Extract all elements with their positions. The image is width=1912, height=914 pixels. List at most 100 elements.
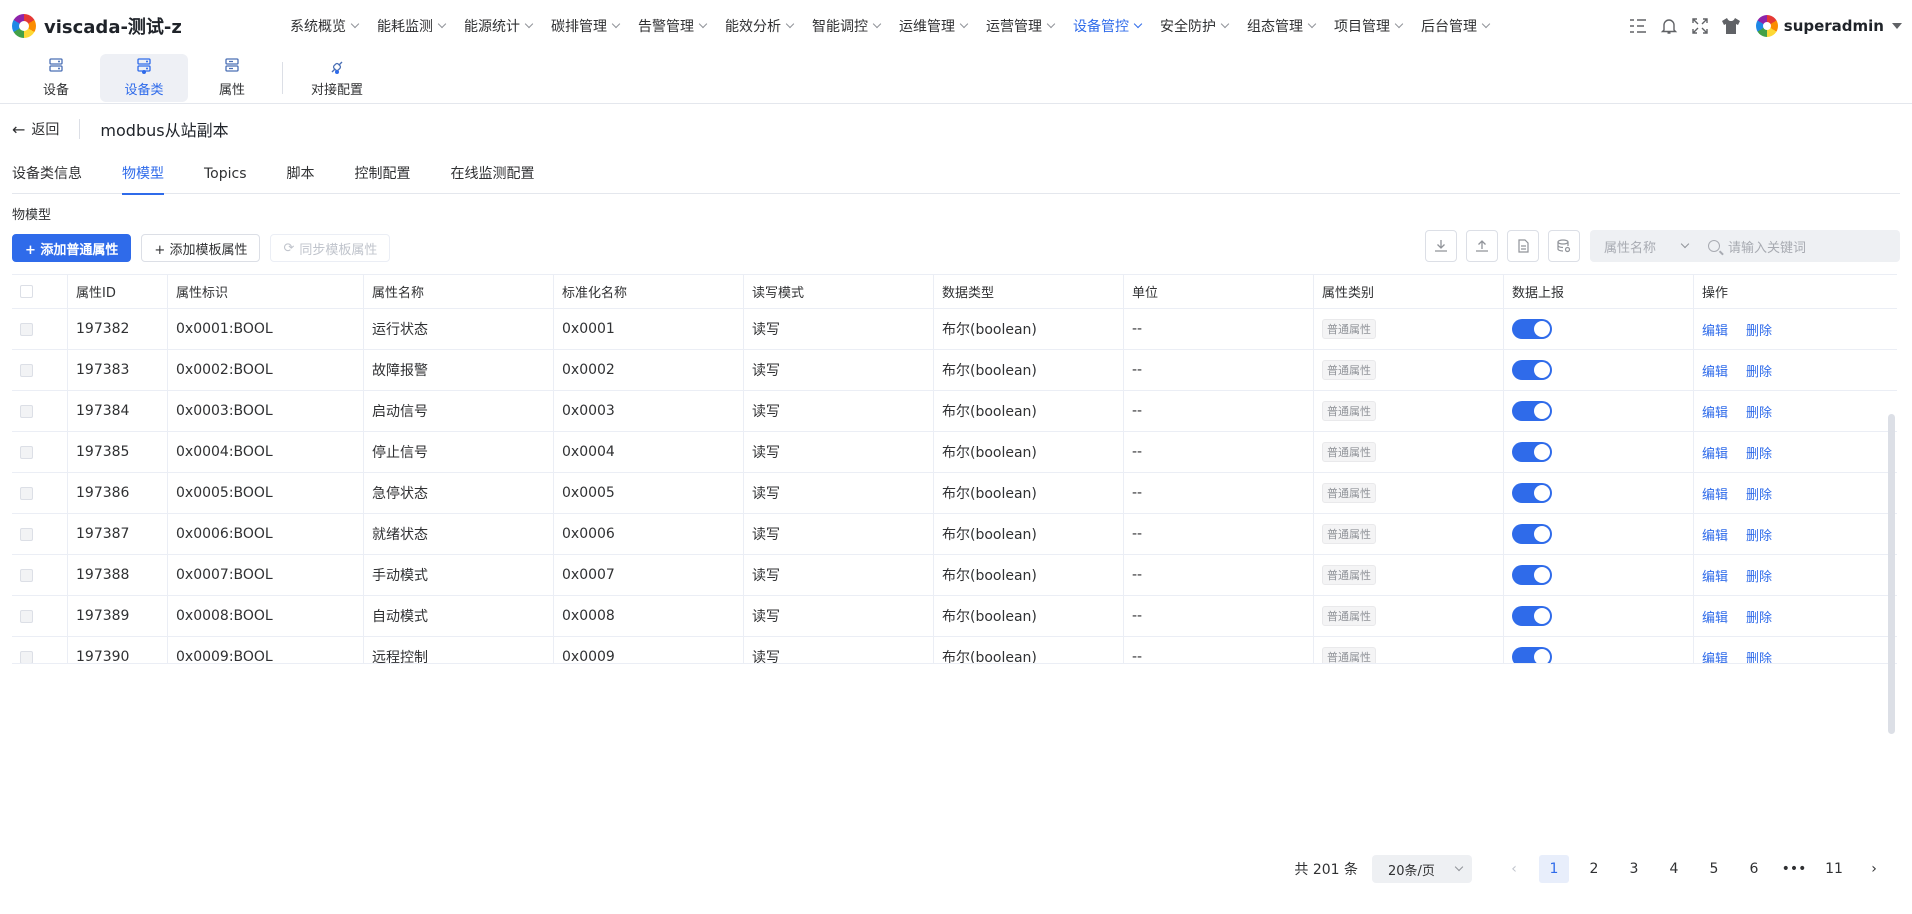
chevron-down-icon xyxy=(1892,23,1902,29)
edit-link[interactable]: 编辑 xyxy=(1702,607,1728,626)
report-toggle[interactable] xyxy=(1512,360,1552,380)
page-button[interactable]: 5 xyxy=(1699,855,1729,883)
delete-link[interactable]: 删除 xyxy=(1746,361,1772,380)
tab[interactable]: 控制配置 xyxy=(355,162,411,194)
report-toggle[interactable] xyxy=(1512,483,1552,503)
toolbar-item[interactable]: 属性 xyxy=(188,54,276,102)
menu-item[interactable]: 运维管理 xyxy=(899,16,969,36)
menu-item[interactable]: 能耗监测 xyxy=(377,16,447,36)
tab[interactable]: 设备类信息 xyxy=(12,162,82,194)
menu-item[interactable]: 能效分析 xyxy=(725,16,795,36)
database-icon[interactable] xyxy=(1548,230,1580,262)
row-checkbox[interactable] xyxy=(20,609,33,623)
row-checkbox[interactable] xyxy=(20,568,33,582)
document-icon[interactable] xyxy=(1507,230,1539,262)
row-checkbox[interactable] xyxy=(20,486,33,500)
edit-link[interactable]: 编辑 xyxy=(1702,484,1728,503)
edit-link[interactable]: 编辑 xyxy=(1702,648,1728,664)
row-checkbox[interactable] xyxy=(20,322,33,336)
tab[interactable]: 在线监测配置 xyxy=(451,162,535,194)
table-row[interactable]: 197389 0x0008:BOOL 自动模式 0x0008 读写 布尔(boolean)… xyxy=(12,596,1897,637)
page-button[interactable]: 3 xyxy=(1619,855,1649,883)
page-button[interactable]: 11 xyxy=(1819,855,1849,883)
menu-item[interactable]: 安全防护 xyxy=(1160,16,1230,36)
table-row[interactable]: 197387 0x0006:BOOL 就绪状态 0x0006 读写 布尔(boolean)… xyxy=(12,514,1897,555)
row-checkbox[interactable] xyxy=(20,527,33,541)
download-icon[interactable] xyxy=(1425,230,1457,262)
delete-link[interactable]: 删除 xyxy=(1746,443,1772,462)
table-row[interactable]: 197383 0x0002:BOOL 故障报警 0x0002 读写 布尔(boolean)… xyxy=(12,350,1897,391)
report-toggle[interactable] xyxy=(1512,565,1552,585)
table-row[interactable]: 197382 0x0001:BOOL 运行状态 0x0001 读写 布尔(boolean)… xyxy=(12,309,1897,350)
table-row[interactable]: 197384 0x0003:BOOL 启动信号 0x0003 读写 布尔(boolean)… xyxy=(12,391,1897,432)
next-page-button[interactable]: › xyxy=(1859,855,1889,883)
edit-link[interactable]: 编辑 xyxy=(1702,402,1728,421)
menu-item[interactable]: 碳排管理 xyxy=(551,16,621,36)
page-size-select[interactable]: 20条/页 xyxy=(1372,855,1472,883)
theme-shirt-icon[interactable] xyxy=(1720,15,1742,37)
delete-link[interactable]: 删除 xyxy=(1746,525,1772,544)
more-pages-button[interactable]: ••• xyxy=(1779,855,1809,883)
row-checkbox[interactable] xyxy=(20,650,33,663)
page-button[interactable]: 1 xyxy=(1539,855,1569,883)
search-field-select[interactable]: 属性名称 xyxy=(1590,237,1700,256)
edit-link[interactable]: 编辑 xyxy=(1702,566,1728,585)
prev-page-button[interactable]: ‹ xyxy=(1499,855,1529,883)
page-button[interactable]: 4 xyxy=(1659,855,1689,883)
toolbar-item[interactable]: 设备类 xyxy=(100,53,188,102)
menu-item[interactable]: 智能调控 xyxy=(812,16,882,36)
fullscreen-icon[interactable] xyxy=(1689,15,1711,37)
row-checkbox[interactable] xyxy=(20,363,33,377)
tab[interactable]: Topics xyxy=(204,162,247,194)
add-normal-attribute-button[interactable]: + 添加普通属性 xyxy=(12,234,132,262)
menu-item[interactable]: 系统概览 xyxy=(290,16,360,36)
table-row[interactable]: 197388 0x0007:BOOL 手动模式 0x0007 读写 布尔(boolean)… xyxy=(12,555,1897,596)
page-button[interactable]: 2 xyxy=(1579,855,1609,883)
menu-item[interactable]: 后台管理 xyxy=(1421,16,1491,36)
back-button[interactable]: ← 返回 xyxy=(12,119,81,139)
add-template-attribute-button[interactable]: + 添加模板属性 xyxy=(141,234,261,262)
delete-link[interactable]: 删除 xyxy=(1746,402,1772,421)
row-checkbox[interactable] xyxy=(20,445,33,459)
toolbar-item[interactable]: 对接配置 xyxy=(293,54,381,102)
list-icon[interactable] xyxy=(1627,15,1649,37)
table-row[interactable]: 197390 0x0009:BOOL 远程控制 0x0009 读写 布尔(boolean)… xyxy=(12,637,1897,664)
report-toggle[interactable] xyxy=(1512,524,1552,544)
edit-link[interactable]: 编辑 xyxy=(1702,320,1728,339)
toolbar-item[interactable]: 设备 xyxy=(12,54,100,102)
delete-link[interactable]: 删除 xyxy=(1746,566,1772,585)
report-toggle[interactable] xyxy=(1512,401,1552,421)
table-scrollbar[interactable] xyxy=(1888,414,1895,734)
table-row[interactable]: 197386 0x0005:BOOL 急停状态 0x0005 读写 布尔(boolean)… xyxy=(12,473,1897,514)
user-menu[interactable]: superadmin xyxy=(1755,15,1902,37)
brand[interactable]: viscada-测试-z xyxy=(0,13,290,39)
bell-icon[interactable] xyxy=(1658,15,1680,37)
menu-item[interactable]: 项目管理 xyxy=(1334,16,1404,36)
report-toggle[interactable] xyxy=(1512,647,1552,663)
edit-link[interactable]: 编辑 xyxy=(1702,525,1728,544)
row-checkbox[interactable] xyxy=(20,404,33,418)
menu-item[interactable]: 告警管理 xyxy=(638,16,708,36)
menu-item[interactable]: 组态管理 xyxy=(1247,16,1317,36)
delete-link[interactable]: 删除 xyxy=(1746,484,1772,503)
delete-link[interactable]: 删除 xyxy=(1746,648,1772,664)
menu-item[interactable]: 能源统计 xyxy=(464,16,534,36)
tab[interactable]: 脚本 xyxy=(287,162,315,194)
edit-link[interactable]: 编辑 xyxy=(1702,361,1728,380)
edit-link[interactable]: 编辑 xyxy=(1702,443,1728,462)
delete-link[interactable]: 删除 xyxy=(1746,320,1772,339)
menu-item[interactable]: 运营管理 xyxy=(986,16,1056,36)
upload-icon[interactable] xyxy=(1466,230,1498,262)
select-all-checkbox[interactable] xyxy=(20,285,33,298)
page-button[interactable]: 6 xyxy=(1739,855,1769,883)
report-toggle[interactable] xyxy=(1512,442,1552,462)
search-input[interactable]: 请输入关键词 xyxy=(1700,237,1806,256)
table-row[interactable]: 197385 0x0004:BOOL 停止信号 0x0004 读写 布尔(boolean)… xyxy=(12,432,1897,473)
menu-item[interactable]: 设备管控 xyxy=(1073,16,1143,36)
delete-link[interactable]: 删除 xyxy=(1746,607,1772,626)
report-toggle[interactable] xyxy=(1512,606,1552,626)
tab[interactable]: 物模型 xyxy=(122,162,164,195)
report-toggle[interactable] xyxy=(1512,319,1552,339)
sync-template-attribute-button[interactable]: ⟳ 同步模板属性 xyxy=(270,234,391,262)
cell-category: 普通属性 xyxy=(1314,637,1504,663)
